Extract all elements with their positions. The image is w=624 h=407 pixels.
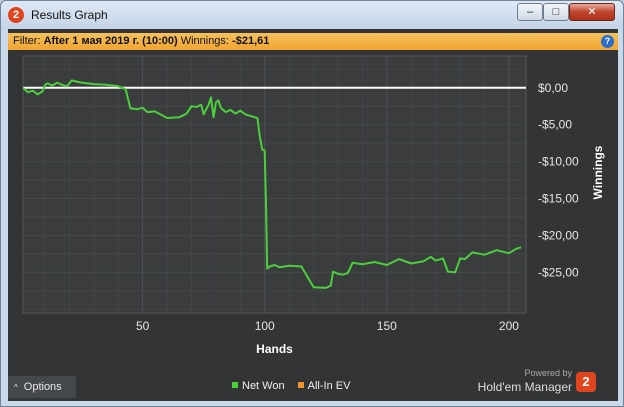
results-chart: $0,00 -$5,00 -$10,00 -$15,00 -$20,00 -$25,00 5…	[22, 55, 605, 356]
window-title: Results Graph	[31, 8, 108, 22]
minimize-button[interactable]: –	[517, 3, 543, 21]
y-tick-label: -$5,00	[538, 118, 572, 132]
close-button[interactable]: ✕	[569, 3, 615, 21]
y-tick-label: -$25,00	[538, 265, 579, 279]
legend-label: All-In EV	[307, 380, 351, 392]
y-tick-label: -$10,00	[538, 155, 579, 169]
y-tick-label: $0,00	[538, 81, 568, 95]
x-tick-label: 100	[255, 319, 275, 333]
legend-item-net-won[interactable]: Net Won	[232, 380, 285, 392]
chart-legend: Net Won All-In EV	[232, 380, 360, 394]
options-label: Options	[23, 381, 62, 393]
powered-by-text: Powered by	[524, 368, 572, 378]
graph-panel: Filter: After 1 мая 2019 г. (10:00) Winn…	[8, 29, 618, 401]
maximize-button[interactable]: □	[543, 3, 569, 21]
title-bar[interactable]: 2 Results Graph – □ ✕	[1, 1, 623, 29]
options-button[interactable]: ^ Options	[8, 376, 76, 398]
brand-name: Hold'em Manager	[477, 380, 572, 394]
x-axis-title: Hands	[256, 342, 293, 356]
x-tick-label: 150	[377, 319, 397, 333]
legend-item-all-in-ev[interactable]: All-In EV	[297, 380, 351, 392]
y-tick-label: -$15,00	[538, 192, 579, 206]
legend-swatch	[232, 382, 238, 388]
plot-area	[22, 55, 527, 314]
x-tick-label: 200	[499, 319, 519, 333]
app-logo-icon: 2	[8, 7, 24, 23]
branding: Powered by Hold'em Manager 2	[478, 366, 604, 398]
x-tick-label: 50	[136, 319, 150, 333]
chevron-up-icon: ^	[14, 383, 18, 392]
hem-logo-icon: 2	[576, 372, 596, 392]
y-tick-label: -$20,00	[538, 228, 579, 242]
legend-swatch	[297, 382, 304, 388]
y-axis-title: Winnings	[591, 145, 605, 199]
results-graph-window: 2 Results Graph – □ ✕ Filter: After 1 ма…	[0, 0, 624, 407]
legend-label: Net Won	[242, 380, 285, 392]
